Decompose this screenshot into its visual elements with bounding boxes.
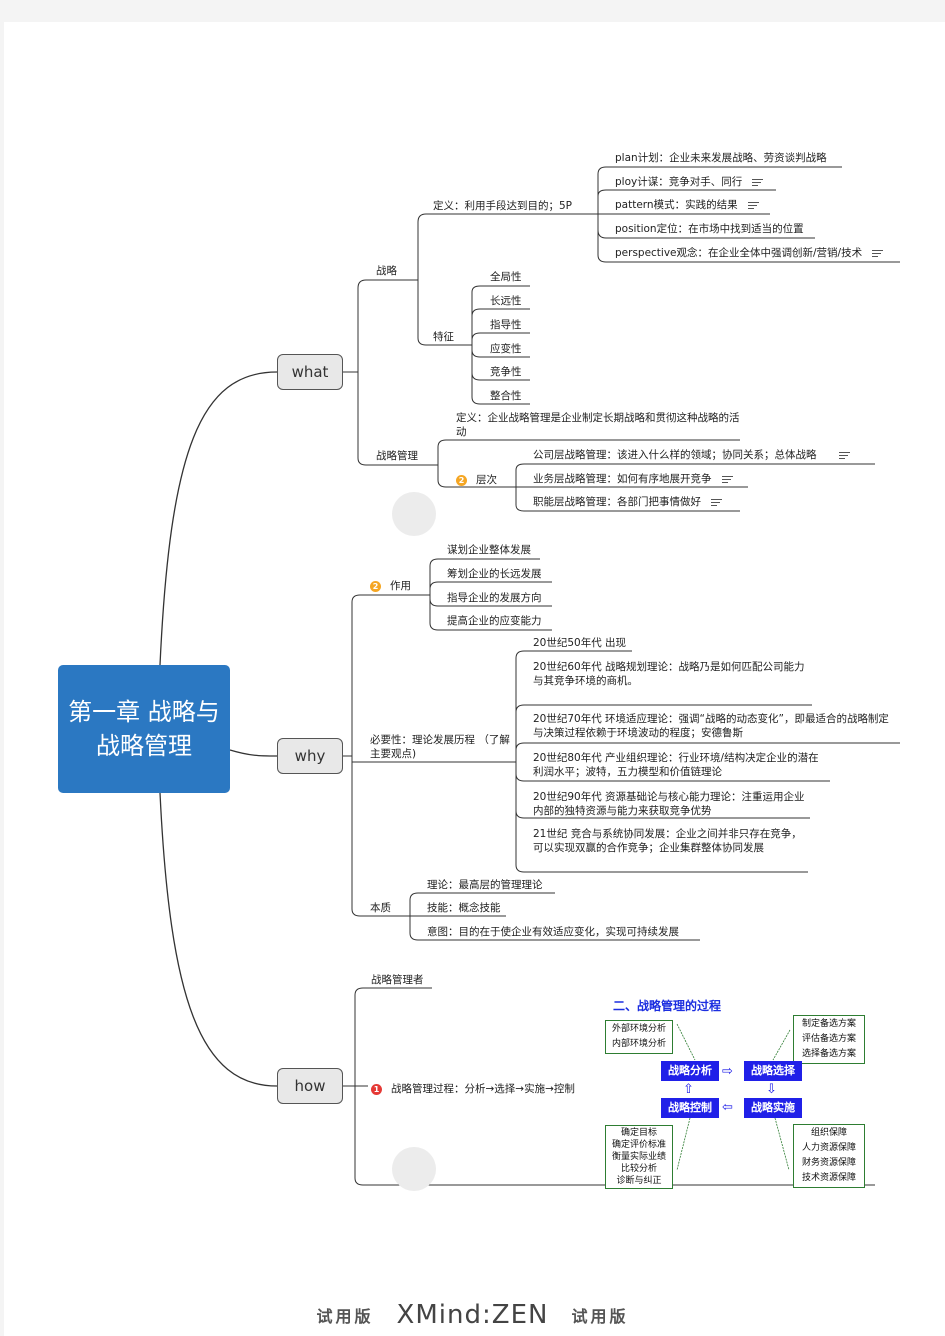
- topic-necessity[interactable]: 必要性：理论发展历程 （了解主要观点): [370, 733, 510, 761]
- note-line: 外部环境分析: [611, 1024, 666, 1034]
- topic-history-item[interactable]: 20世纪90年代 资源基础论与核心能力理论：注重运用企业内部的独特资源与能力来获…: [533, 790, 811, 818]
- note-icon[interactable]: [872, 249, 884, 258]
- priority-2-badge: 2: [456, 475, 467, 486]
- note-icon[interactable]: [721, 475, 733, 484]
- choice-notes-box: 制定备选方案 评估备选方案 选择备选方案: [793, 1015, 865, 1064]
- step-implement: 战略实施: [744, 1098, 802, 1118]
- note-line: 制定备选方案: [801, 1019, 856, 1029]
- watermark-trial-right: 试用版: [571, 1307, 629, 1326]
- topic-feature-item[interactable]: 全局性: [490, 270, 522, 284]
- topic-5p-item[interactable]: perspective观念：在企业全体中强调创新/营销/技术: [615, 246, 884, 260]
- step-analysis: 战略分析: [661, 1061, 719, 1081]
- topic-role-item[interactable]: 指导企业的发展方向: [447, 591, 542, 605]
- arrow-left-icon: ⇦: [722, 1100, 733, 1115]
- topic-essence[interactable]: 本质: [370, 901, 391, 915]
- arrow-up-icon: ⇧: [683, 1082, 694, 1097]
- topic-5p-item[interactable]: pattern模式：实践的结果: [615, 198, 759, 212]
- note-line: 内部环境分析: [611, 1039, 666, 1049]
- arrow-down-icon: ⇩: [766, 1082, 777, 1097]
- watermark-logo-icon: [392, 492, 436, 536]
- main-topic-how[interactable]: how: [277, 1068, 343, 1104]
- step-choice: 战略选择: [744, 1061, 802, 1081]
- topic-history-item[interactable]: 20世纪50年代 出现: [533, 636, 626, 650]
- main-topic-label: what: [291, 363, 329, 381]
- arrow-right-icon: ⇨: [722, 1064, 733, 1079]
- topic-history-item[interactable]: 21世纪 竞合与系统协同发展：企业之间并非只存在竞争，可以实现双赢的合作竞争；企…: [533, 827, 805, 855]
- note-line: 组织保障: [810, 1128, 847, 1138]
- topic-essence-item[interactable]: 意图：目的在于使企业有效适应变化，实现可持续发展: [427, 925, 679, 939]
- step-control: 战略控制: [661, 1098, 719, 1118]
- topic-levels[interactable]: 层次: [476, 473, 497, 487]
- note-icon[interactable]: [752, 178, 764, 187]
- topic-level-item[interactable]: 业务层战略管理：如何有序地展开竞争: [533, 472, 733, 486]
- main-topic-label: why: [294, 747, 326, 765]
- note-line: 确定目标: [620, 1128, 657, 1138]
- topic-level-item[interactable]: 职能层战略管理：各部门把事情做好: [533, 495, 722, 509]
- topic-history-item[interactable]: 20世纪60年代 战略规划理论：战略乃是如何匹配公司能力与其竞争环境的商机。: [533, 660, 813, 688]
- main-topic-label: how: [294, 1077, 326, 1095]
- priority-2-badge: 2: [370, 581, 381, 592]
- note-icon[interactable]: [747, 201, 759, 210]
- note-icon[interactable]: [711, 498, 722, 507]
- note-line: 比较分析: [620, 1164, 657, 1174]
- watermark-logo-icon: [392, 1147, 436, 1191]
- central-topic-title: 第一章 战略与战略管理: [68, 698, 220, 760]
- note-line: 人力资源保障: [801, 1143, 856, 1153]
- topic-strategy[interactable]: 战略: [376, 264, 397, 278]
- topic-essence-item[interactable]: 理论：最高层的管理理论: [427, 878, 543, 892]
- implement-notes-box: 组织保障 人力资源保障 财务资源保障 技术资源保障: [793, 1124, 865, 1188]
- note-line: 衡量实际业绩: [611, 1152, 666, 1162]
- topic-feature-item[interactable]: 整合性: [490, 389, 522, 403]
- main-topic-why[interactable]: why: [277, 738, 343, 774]
- topic-5p-item[interactable]: position定位：在市场中找到适当的位置: [615, 222, 804, 236]
- topic-feature-item[interactable]: 指导性: [490, 318, 522, 332]
- watermark-brand: XMind:ZEN: [396, 1300, 549, 1330]
- trial-watermark: 试用版 XMind:ZEN 试用版: [0, 1300, 945, 1330]
- process-diagram-title: 二、战略管理的过程: [613, 999, 722, 1013]
- topic-process[interactable]: 战略管理过程：分析→选择→实施→控制: [391, 1082, 575, 1096]
- topic-management-definition[interactable]: 定义：企业战略管理是企业制定长期战略和贯彻这种战略的活动: [456, 411, 740, 439]
- central-topic[interactable]: 第一章 战略与战略管理: [58, 665, 230, 793]
- topic-role-item[interactable]: 谋划企业整体发展: [447, 543, 531, 557]
- note-line: 选择备选方案: [801, 1049, 856, 1059]
- analysis-notes-box: 外部环境分析 内部环境分析: [605, 1020, 673, 1054]
- main-topic-what[interactable]: what: [277, 354, 343, 390]
- topic-feature-item[interactable]: 长远性: [490, 294, 522, 308]
- topic-feature-item[interactable]: 竞争性: [490, 365, 522, 379]
- note-line: 技术资源保障: [801, 1173, 856, 1183]
- topic-feature-item[interactable]: 应变性: [490, 342, 522, 356]
- topic-history-item[interactable]: 20世纪80年代 产业组织理论：行业环境/结构决定企业的潜在利润水平；波特，五力…: [533, 751, 829, 779]
- watermark-trial-left: 试用版: [316, 1307, 374, 1326]
- priority-1-badge: 1: [371, 1084, 382, 1095]
- topic-5p-item[interactable]: ploy计谋：竞争对手、同行: [615, 175, 764, 189]
- topic-level-item[interactable]: 公司层战略管理：该进入什么样的领域；协同关系；总体战略: [533, 448, 850, 462]
- control-notes-box: 确定目标 确定评价标准 衡量实际业绩 比较分析 诊断与纠正: [605, 1125, 673, 1189]
- topic-managers[interactable]: 战略管理者: [371, 973, 424, 987]
- topic-role[interactable]: 作用: [390, 579, 411, 593]
- note-line: 评估备选方案: [801, 1034, 856, 1044]
- topic-5p-item[interactable]: plan计划：企业未来发展战略、劳资谈判战略: [615, 151, 827, 165]
- topic-features[interactable]: 特征: [433, 330, 454, 344]
- note-line: 财务资源保障: [801, 1158, 856, 1168]
- topic-role-item[interactable]: 筹划企业的长远发展: [447, 567, 542, 581]
- note-line: 诊断与纠正: [616, 1176, 662, 1186]
- topic-essence-item[interactable]: 技能：概念技能: [427, 901, 501, 915]
- topic-strategic-management[interactable]: 战略管理: [376, 449, 418, 463]
- topic-role-item[interactable]: 提高企业的应变能力: [447, 614, 542, 628]
- note-icon[interactable]: [838, 451, 850, 460]
- note-line: 确定评价标准: [611, 1140, 666, 1150]
- topic-strategy-definition[interactable]: 定义：利用手段达到目的；5P: [433, 199, 572, 213]
- topic-history-item[interactable]: 20世纪70年代 环境适应理论：强调“战略的动态变化”，即最适合的战略制定与决策…: [533, 712, 898, 740]
